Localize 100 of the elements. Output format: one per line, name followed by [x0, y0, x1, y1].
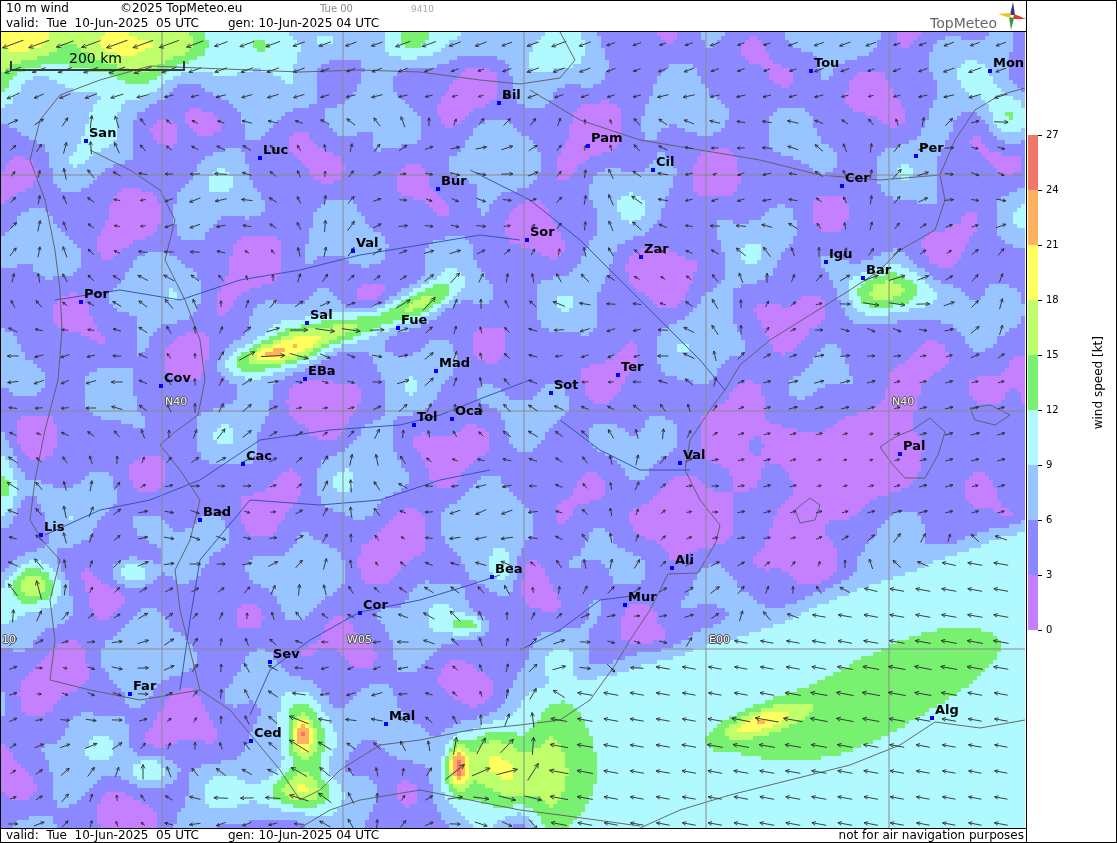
valid-time: valid: Tue 10-Jun-2025 05 UTC — [6, 16, 200, 31]
legend-title: wind speed [kt] — [1091, 335, 1105, 430]
city-marker-icon — [258, 156, 262, 160]
city-label: Ter — [621, 360, 644, 374]
city-label: Cor — [363, 598, 388, 612]
city-marker-icon — [988, 69, 992, 73]
disclaimer-text: not for air navigation purposes — [838, 829, 1024, 842]
city-label: Sor — [530, 225, 555, 239]
grid-label: N40 — [892, 396, 915, 408]
valid-time: valid: Tue 10-Jun-2025 05 UTC — [6, 829, 200, 842]
city-marker-icon — [824, 260, 828, 264]
city-marker-icon — [159, 384, 163, 388]
city-label: San — [89, 126, 117, 140]
city-label: Mal — [389, 709, 416, 723]
city-marker-icon — [930, 716, 934, 720]
city-marker-icon — [549, 391, 553, 395]
city-label: Far — [133, 679, 157, 693]
city-label: Ced — [254, 726, 282, 740]
tick-label: 27 — [1038, 129, 1059, 141]
city-label: Bil — [502, 88, 521, 102]
city-marker-icon — [303, 377, 307, 381]
logo-wordmark: TopMeteo — [930, 16, 997, 30]
tick-label: 6 — [1038, 514, 1059, 526]
tick-label: 24 — [1038, 184, 1059, 196]
city-label: Pam — [591, 131, 623, 145]
tick-label: 12 — [1038, 404, 1059, 416]
city-label: Luc — [263, 143, 289, 157]
city-label: Cer — [845, 171, 870, 185]
city-label: Cil — [656, 155, 675, 169]
city-label: Val — [356, 236, 379, 250]
city-label: Cov — [164, 371, 191, 385]
grid-label: W05 — [347, 634, 372, 646]
city-label: Zar — [644, 242, 669, 256]
map-title: 10 m wind — [6, 1, 70, 16]
city-label: Igu — [829, 247, 853, 261]
city-marker-icon — [840, 184, 844, 188]
city-marker-icon — [396, 326, 400, 330]
city-label: Por — [84, 287, 109, 301]
city-label: Bad — [203, 505, 231, 519]
tick-label: 9 — [1038, 459, 1059, 471]
city-label: Mon — [993, 56, 1025, 70]
city-marker-icon — [639, 255, 643, 259]
city-label: Bar — [866, 263, 892, 277]
city-label: Sev — [273, 647, 300, 661]
city-label: EBa — [308, 364, 336, 378]
city-marker-icon — [651, 168, 655, 172]
grid-label: N40 — [165, 396, 188, 408]
city-label: Mur — [628, 590, 657, 604]
tick-label: 15 — [1038, 349, 1059, 361]
city-marker-icon — [586, 144, 590, 148]
city-marker-icon — [305, 321, 309, 325]
scale-label: 200 km — [69, 51, 122, 66]
city-label: Cac — [246, 449, 273, 463]
city-label: Bea — [495, 562, 523, 576]
grid-label: 10 — [2, 634, 16, 646]
city-marker-icon — [84, 139, 88, 143]
city-marker-icon — [497, 101, 501, 105]
city-marker-icon — [249, 739, 253, 743]
run-label: Tue 00 — [320, 2, 354, 16]
compass-star-icon — [998, 2, 1026, 30]
city-marker-icon — [241, 462, 245, 466]
copyright-text: ©2025 TopMeteo.eu — [120, 1, 244, 16]
city-marker-icon — [490, 575, 494, 579]
code-label: 9410 — [411, 3, 434, 16]
city-label: Pal — [903, 439, 926, 453]
tick-label: 0 — [1038, 624, 1059, 636]
city-marker-icon — [198, 518, 202, 522]
city-marker-icon — [616, 373, 620, 377]
city-marker-icon — [351, 249, 355, 253]
city-label: Lis — [44, 520, 65, 534]
city-label: Oca — [455, 404, 483, 418]
city-label: Sal — [310, 308, 333, 322]
tick-label: 3 — [1038, 569, 1059, 581]
city-marker-icon — [914, 154, 918, 158]
city-marker-icon — [358, 611, 362, 615]
city-marker-icon — [39, 533, 43, 537]
city-marker-icon — [436, 187, 440, 191]
city-label: Alg — [935, 703, 959, 717]
city-label: Bur — [441, 174, 467, 188]
city-label: Mad — [439, 356, 470, 370]
tick-label: 21 — [1038, 239, 1059, 251]
city-label: Sot — [554, 378, 579, 392]
city-marker-icon — [79, 300, 83, 304]
city-label: Tol — [417, 410, 438, 424]
tick-label: 18 — [1038, 294, 1059, 306]
city-marker-icon — [623, 603, 627, 607]
city-label: Ali — [675, 553, 694, 567]
city-label: Tou — [814, 56, 840, 70]
city-marker-icon — [412, 423, 416, 427]
generated-time: gen: 10-Jun-2025 04 UTC — [228, 829, 380, 842]
city-marker-icon — [268, 660, 272, 664]
city-marker-icon — [678, 461, 682, 465]
city-marker-icon — [809, 69, 813, 73]
city-marker-icon — [128, 692, 132, 696]
city-label: Fue — [401, 313, 428, 327]
city-marker-icon — [525, 238, 529, 242]
city-marker-icon — [861, 276, 865, 280]
city-marker-icon — [670, 566, 674, 570]
city-label: Per — [919, 141, 944, 155]
city-marker-icon — [450, 417, 454, 421]
